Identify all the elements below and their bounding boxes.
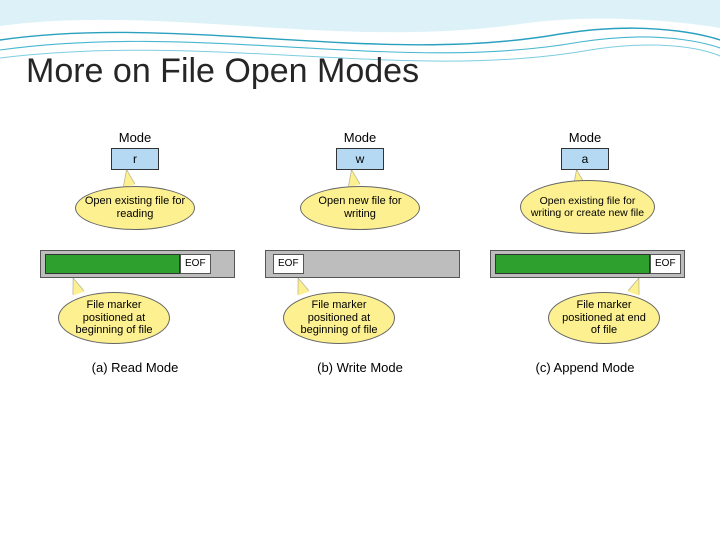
marker-description-callout: File marker positioned at end of file (548, 292, 660, 344)
eof-marker: EOF (180, 254, 211, 274)
open-description-callout: Open existing file for reading (75, 186, 195, 230)
marker-description-callout: File marker positioned at beginning of f… (283, 292, 395, 344)
callout-tail (628, 276, 645, 295)
callout-tail (68, 276, 85, 295)
slide-title: More on File Open Modes (26, 52, 419, 91)
mode-caption: (b) Write Mode (255, 360, 465, 375)
mode-column-append: Mode a Open existing file for writing or… (480, 130, 690, 410)
open-description-callout: Open existing file for writing or create… (520, 180, 655, 234)
mode-header-label: Mode (344, 130, 377, 145)
callout-tail (293, 276, 310, 295)
open-description-callout: Open new file for writing (300, 186, 420, 230)
mode-letter-box: a (561, 148, 609, 170)
mode-column-read: Mode r Open existing file for reading EO… (30, 130, 240, 410)
mode-letter-box: w (336, 148, 384, 170)
file-content-bar (495, 254, 650, 274)
mode-caption: (a) Read Mode (30, 360, 240, 375)
mode-caption: (c) Append Mode (480, 360, 690, 375)
file-content-bar (45, 254, 180, 274)
callout-tail (121, 169, 136, 187)
mode-header-label: Mode (569, 130, 602, 145)
modes-diagram: Mode r Open existing file for reading EO… (30, 130, 690, 410)
mode-column-write: Mode w Open new file for writing EOF Fil… (255, 130, 465, 410)
marker-description-callout: File marker positioned at beginning of f… (58, 292, 170, 344)
callout-tail (346, 169, 361, 187)
mode-header-label: Mode (119, 130, 152, 145)
eof-marker: EOF (273, 254, 304, 274)
mode-letter-box: r (111, 148, 159, 170)
eof-marker: EOF (650, 254, 681, 274)
